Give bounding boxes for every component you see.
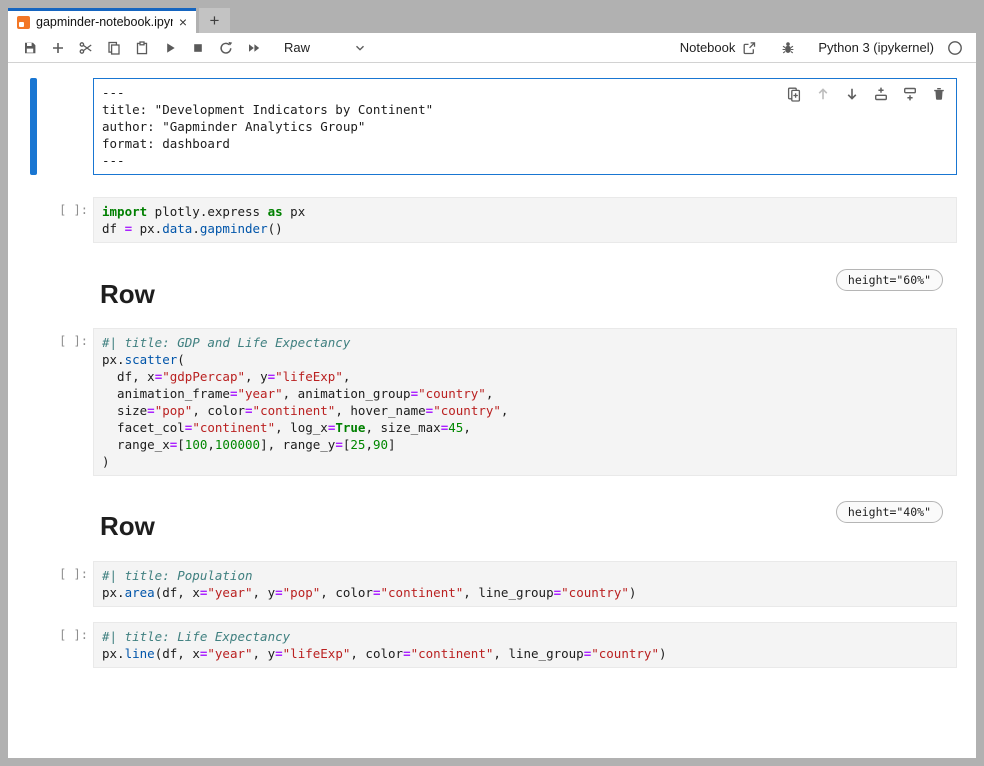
code-cell-editor[interactable]: #| title: GDP and Life Expectancypx.scat… xyxy=(93,328,957,476)
cell-5-code: [ ]:#| title: Populationpx.area(df, x="y… xyxy=(30,561,957,607)
execution-prompt: [ ]: xyxy=(41,328,93,476)
cell-4-markdown: Row height="40%" xyxy=(30,501,957,546)
cell-6-code: [ ]:#| title: Life Expectancypx.line(df,… xyxy=(30,622,957,668)
cell-height-badge: height="60%" xyxy=(836,269,943,291)
code-cell-editor[interactable]: import plotly.express as pxdf = px.data.… xyxy=(93,197,957,243)
cell-1-code: [ ]:import plotly.express as pxdf = px.d… xyxy=(30,197,957,243)
execution-prompt: [ ]: xyxy=(41,622,93,668)
cut-cells-icon[interactable] xyxy=(72,35,100,61)
delete-cell-icon[interactable] xyxy=(929,84,948,103)
rendered-markdown-cell[interactable]: Row height="40%" xyxy=(93,501,957,546)
cell-collapser[interactable] xyxy=(30,501,37,546)
kernel-status-icon xyxy=(946,35,964,61)
code-line: #| title: Life Expectancy xyxy=(102,628,948,645)
code-cell-editor[interactable]: #| title: Populationpx.area(df, x="year"… xyxy=(93,561,957,607)
move-up-icon xyxy=(813,84,832,103)
code-line: --- xyxy=(102,152,948,169)
cell-collapser[interactable] xyxy=(30,561,37,607)
cell-collapser[interactable] xyxy=(30,78,37,175)
restart-kernel-icon[interactable] xyxy=(212,35,240,61)
paste-cells-icon[interactable] xyxy=(128,35,156,61)
code-line: range_x=[100,100000], range_y=[25,90] xyxy=(102,436,948,453)
move-down-icon[interactable] xyxy=(842,84,861,103)
code-cell-editor[interactable]: #| title: Life Expectancypx.line(df, x="… xyxy=(93,622,957,668)
cell-collapser[interactable] xyxy=(30,197,37,243)
tab-title: gapminder-notebook.ipynb xyxy=(36,15,173,29)
duplicate-cells-icon[interactable] xyxy=(784,84,803,103)
cell-height-badge: height="40%" xyxy=(836,501,943,523)
add-cell-icon[interactable] xyxy=(44,35,72,61)
cell-0-raw: --- title: "Development Indicators by Con… xyxy=(30,78,957,175)
raw-cell-editor[interactable]: --- title: "Development Indicators by Con… xyxy=(93,78,957,175)
code-line: size="pop", color="continent", hover_nam… xyxy=(102,402,948,419)
execution-prompt: [ ]: xyxy=(41,561,93,607)
cell-type-dropdown[interactable]: Raw xyxy=(284,40,368,56)
execution-prompt xyxy=(41,269,93,314)
insert-above-icon[interactable] xyxy=(871,84,890,103)
notebook-file-icon xyxy=(17,16,30,29)
cell-collapser[interactable] xyxy=(30,269,37,314)
execution-prompt xyxy=(41,501,93,546)
code-line: px.line(df, x="year", y="lifeExp", color… xyxy=(102,645,948,662)
code-line: #| title: Population xyxy=(102,567,948,584)
code-line: format: dashboard xyxy=(102,135,948,152)
new-tab-button[interactable]: + xyxy=(199,8,230,33)
cell-3-code: [ ]:#| title: GDP and Life Expectancypx.… xyxy=(30,328,957,476)
save-icon[interactable] xyxy=(16,35,44,61)
code-line: df, x="gdpPercap", y="lifeExp", xyxy=(102,368,948,385)
code-line: px.scatter( xyxy=(102,351,948,368)
restart-run-all-icon[interactable] xyxy=(240,35,268,61)
cell-collapser[interactable] xyxy=(30,622,37,668)
cell-type-value: Raw xyxy=(284,40,310,55)
debugger-bug-icon[interactable] xyxy=(774,35,802,61)
notebook-scroll-area[interactable]: --- title: "Development Indicators by Con… xyxy=(8,63,976,758)
chevron-down-icon xyxy=(352,40,368,56)
code-line: author: "Gapminder Analytics Group" xyxy=(102,118,948,135)
code-line: import plotly.express as px xyxy=(102,203,948,220)
code-line: facet_col="continent", log_x=True, size_… xyxy=(102,419,948,436)
copy-cells-icon[interactable] xyxy=(100,35,128,61)
notebook-label: Notebook xyxy=(680,40,736,55)
tab-gapminder-notebook[interactable]: gapminder-notebook.ipynb × xyxy=(8,8,196,33)
cell-2-markdown: Row height="60%" xyxy=(30,269,957,314)
code-line: #| title: GDP and Life Expectancy xyxy=(102,334,948,351)
code-line: px.area(df, x="year", y="pop", color="co… xyxy=(102,584,948,601)
external-link-icon xyxy=(740,35,758,61)
cell-toolbar xyxy=(784,84,948,103)
run-cell-icon[interactable] xyxy=(156,35,184,61)
code-line: df = px.data.gapminder() xyxy=(102,220,948,237)
insert-below-icon[interactable] xyxy=(900,84,919,103)
cell-collapser[interactable] xyxy=(30,328,37,476)
notebook-toolbar: Raw Notebook Python 3 (ipykernel) xyxy=(8,33,976,63)
code-line: title: "Development Indicators by Contin… xyxy=(102,101,948,118)
close-tab-icon[interactable]: × xyxy=(173,15,187,29)
code-line: ) xyxy=(102,453,948,470)
rendered-markdown-cell[interactable]: Row height="60%" xyxy=(93,269,957,314)
jupyterlab-window: gapminder-notebook.ipynb × + Raw Noteboo… xyxy=(8,8,976,758)
tab-bar: gapminder-notebook.ipynb × + xyxy=(8,8,976,33)
interrupt-kernel-icon[interactable] xyxy=(184,35,212,61)
execution-prompt: [ ]: xyxy=(41,197,93,243)
code-line: animation_frame="year", animation_group=… xyxy=(102,385,948,402)
markdown-heading: Row xyxy=(100,511,155,542)
notebook-tools-link[interactable]: Notebook xyxy=(680,35,759,61)
markdown-heading: Row xyxy=(100,279,155,310)
execution-prompt xyxy=(41,78,93,175)
kernel-name[interactable]: Python 3 (ipykernel) xyxy=(818,40,934,55)
